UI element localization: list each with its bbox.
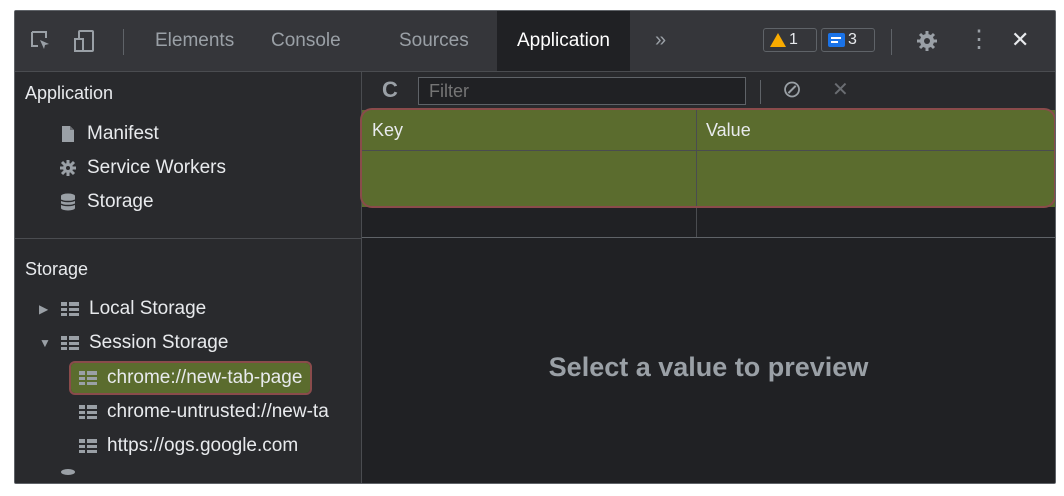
tab-elements[interactable]: Elements <box>155 11 234 71</box>
block-icon[interactable]: ⊘ <box>782 75 802 104</box>
document-icon <box>62 126 74 142</box>
table-grid-icon <box>79 439 97 453</box>
toolbar-divider <box>123 29 124 55</box>
filter-toolbar: C ⊘ ✕ <box>362 72 1055 111</box>
collapse-arrow-icon[interactable]: ▼ <box>39 336 55 350</box>
table-row[interactable] <box>362 207 1055 238</box>
sidebar-item-untrusted-new-tab[interactable]: chrome-untrusted://new-ta <box>79 397 329 427</box>
section-divider <box>15 238 361 239</box>
sidebar-item-partial <box>59 468 87 483</box>
filter-divider <box>760 80 761 104</box>
table-grid-icon <box>61 302 79 316</box>
column-value[interactable]: Value <box>706 120 751 141</box>
devtools-toolbar: Elements Console Sources Application » 1… <box>15 11 1055 72</box>
table-row[interactable] <box>362 151 1055 207</box>
table-header: Key Value <box>362 110 1055 151</box>
column-key[interactable]: Key <box>372 120 403 141</box>
inspect-element-icon[interactable] <box>29 29 53 53</box>
sidebar-item-label: Manifest <box>87 123 159 144</box>
gear-icon <box>60 160 76 176</box>
sidebar-item-manifest[interactable]: Manifest <box>59 119 159 149</box>
storage-section-header: Storage <box>25 259 89 279</box>
database-icon <box>61 469 75 475</box>
preview-message: Select a value to preview <box>548 352 869 382</box>
application-sidebar: Application Manifest Service Workers Sto… <box>15 72 362 483</box>
toolbar-divider-2 <box>891 29 892 55</box>
sidebar-item-label: https://ogs.google.com <box>107 435 299 456</box>
sidebar-item-service-workers[interactable]: Service Workers <box>59 153 226 183</box>
sidebar-item-label: Local Storage <box>89 298 207 319</box>
more-options-icon[interactable]: ⋮ <box>967 11 991 71</box>
sidebar-item-storage[interactable]: Storage <box>59 187 154 217</box>
expand-arrow-icon[interactable]: ▶ <box>39 302 55 316</box>
sidebar-item-label: Service Workers <box>87 157 227 178</box>
refresh-icon[interactable]: C <box>382 77 398 103</box>
sidebar-item-new-tab-page[interactable]: chrome://new-tab-page <box>68 361 313 395</box>
messages-badge[interactable]: 3 <box>821 28 875 52</box>
table-grid-icon <box>79 405 97 419</box>
tab-sources[interactable]: Sources <box>399 11 469 71</box>
close-icon[interactable]: ✕ <box>1011 11 1029 71</box>
table-grid-icon <box>61 336 79 350</box>
tab-application[interactable]: Application <box>497 11 630 71</box>
devtools-window: Elements Console Sources Application » 1… <box>14 10 1056 484</box>
sidebar-item-label: chrome://new-tab-page <box>107 367 303 388</box>
sidebar-item-label: chrome-untrusted://new-ta <box>107 401 329 422</box>
sidebar-item-local-storage[interactable]: ▶ Local Storage <box>39 294 206 324</box>
clear-icon[interactable]: ✕ <box>832 77 849 102</box>
message-icon <box>828 33 845 47</box>
warnings-badge[interactable]: 1 <box>763 28 817 52</box>
filter-input[interactable] <box>418 77 746 105</box>
messages-count: 3 <box>848 31 857 48</box>
database-icon <box>60 193 76 211</box>
warning-icon <box>770 33 786 47</box>
sidebar-item-label: Storage <box>87 191 154 212</box>
tab-console[interactable]: Console <box>271 11 341 71</box>
device-toolbar-icon[interactable] <box>73 29 97 53</box>
sidebar-item-label: Session Storage <box>89 332 229 353</box>
settings-gear-icon[interactable] <box>915 29 939 53</box>
application-section-header: Application <box>25 83 114 103</box>
table-grid-icon <box>79 371 97 385</box>
sidebar-item-ogs-google[interactable]: https://ogs.google.com <box>79 431 298 461</box>
warnings-count: 1 <box>789 31 798 48</box>
sidebar-item-session-storage[interactable]: ▼ Session Storage <box>39 328 228 358</box>
storage-panel: C ⊘ ✕ Key Value Select a value to previe… <box>360 72 1055 483</box>
column-divider <box>696 110 697 237</box>
more-tabs-button[interactable]: » <box>655 11 666 71</box>
